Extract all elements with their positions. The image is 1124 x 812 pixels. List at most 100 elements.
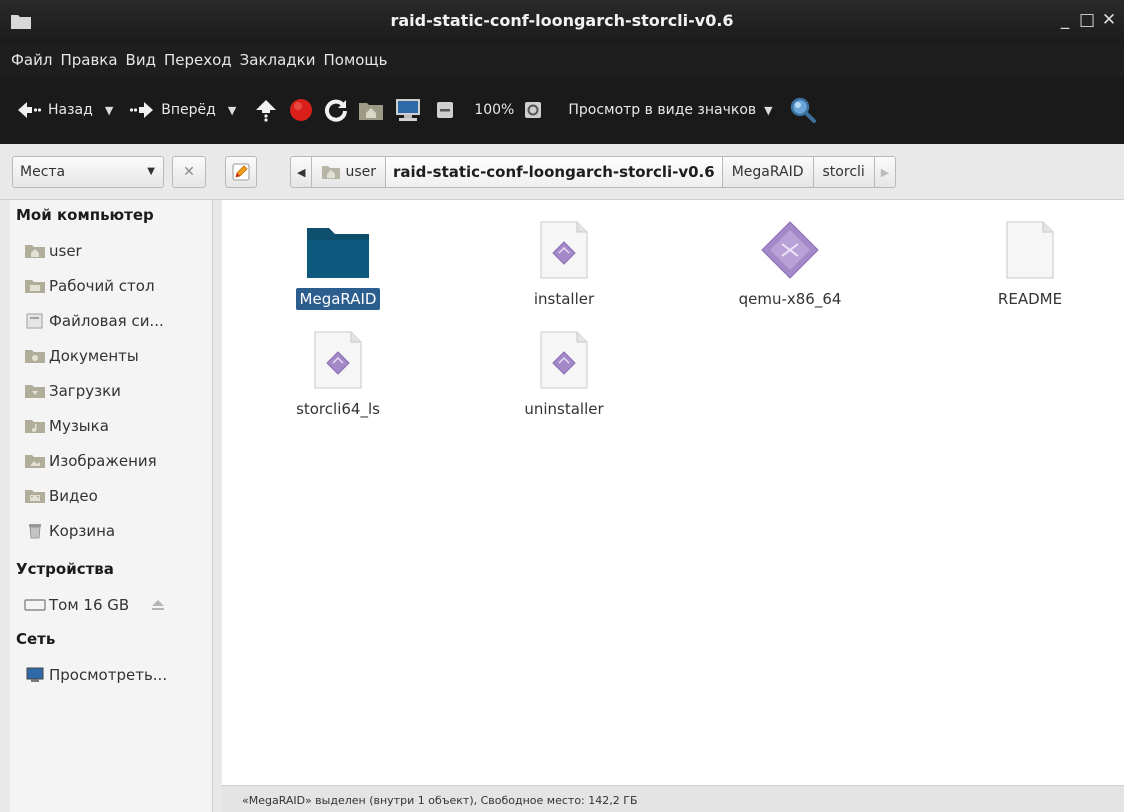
location-bar: Места ▼ ✕ ◀ user raid-static-conf-loonga…: [0, 144, 1124, 200]
minimize-button[interactable]: _: [1056, 10, 1074, 30]
computer-button[interactable]: [394, 97, 422, 123]
section-devices: Устройства: [16, 560, 114, 578]
up-button[interactable]: [254, 98, 278, 122]
breadcrumb-user[interactable]: user: [312, 156, 387, 188]
toolbar: Назад ▼ Вперёд ▼ 100% Просмотр в виде зн…: [0, 76, 1124, 144]
close-button[interactable]: ✕: [1100, 10, 1118, 30]
sidebar-item-browse-network[interactable]: Просмотреть...: [24, 666, 167, 684]
stop-button[interactable]: [288, 97, 314, 123]
edit-path-button[interactable]: [225, 156, 257, 188]
breadcrumb-scroll-left[interactable]: ◀: [290, 156, 313, 188]
chevron-down-icon: ▼: [147, 166, 155, 177]
sidebar-item-user[interactable]: user: [24, 242, 82, 260]
file-manager-window: raid-static-conf-loongarch-storcli-v0.6 …: [0, 0, 1124, 812]
file-name: MegaRAID: [295, 288, 381, 310]
search-button[interactable]: [789, 96, 817, 124]
menu-bookmarks[interactable]: Закладки: [240, 51, 316, 69]
sidebar-item-documents[interactable]: Документы: [24, 347, 139, 365]
status-bar: «MegaRAID» выделен (внутри 1 объект), Св…: [222, 785, 1124, 812]
sidebar-item-label: Документы: [49, 347, 139, 365]
menu-file[interactable]: Файл: [11, 51, 52, 69]
left-border: [0, 200, 10, 812]
home-folder-icon: [25, 245, 45, 258]
drive-icon: [24, 599, 46, 611]
sidebar-item-label: Просмотреть...: [49, 666, 168, 684]
breadcrumb-current[interactable]: raid-static-conf-loongarch-storcli-v0.6: [386, 156, 723, 188]
sidebar-item-filesystem[interactable]: Файловая си...: [24, 312, 164, 330]
trash-icon: [29, 524, 41, 539]
menu-view[interactable]: Вид: [126, 51, 156, 69]
home-folder-icon: [359, 103, 384, 120]
sidebar-item-label: Рабочий стол: [49, 277, 155, 295]
sidebar-item-label: Изображения: [49, 452, 157, 470]
home-button[interactable]: [358, 99, 384, 121]
stop-icon: [290, 99, 313, 121]
breadcrumb-storcli[interactable]: storcli: [813, 156, 875, 188]
file-item-qemu[interactable]: qemu-x86_64: [705, 214, 875, 310]
file-item-readme[interactable]: README: [945, 214, 1115, 310]
eject-icon[interactable]: [151, 599, 165, 611]
up-icon: [256, 100, 277, 122]
text-file-icon: [1006, 221, 1054, 279]
file-item-megaraid[interactable]: MegaRAID: [253, 214, 423, 310]
sidebar-item-videos[interactable]: Видео: [24, 487, 98, 505]
sidebar-item-desktop[interactable]: Рабочий стол: [24, 277, 155, 295]
folder-icon: [307, 228, 369, 278]
desktop-folder-icon: [25, 280, 45, 293]
forward-arrow-icon: [130, 102, 154, 118]
binary-file-icon: [761, 221, 819, 279]
back-arrow-icon: [18, 102, 42, 118]
forward-history-caret[interactable]: ▼: [228, 104, 236, 117]
file-item-installer[interactable]: installer: [479, 214, 649, 310]
view-mode-select[interactable]: Просмотр в виде значков ▼: [562, 102, 772, 118]
breadcrumb-scroll-right[interactable]: ▶: [874, 156, 897, 188]
file-item-uninstaller[interactable]: uninstaller: [479, 324, 649, 420]
window-controls: _ □ ✕: [1056, 10, 1118, 30]
forward-button[interactable]: Вперёд ▼: [129, 100, 236, 120]
view-mode-caret: ▼: [764, 103, 773, 117]
close-sidebar-button[interactable]: ✕: [172, 156, 206, 188]
sidebar-item-volume[interactable]: Том 16 GB: [24, 596, 165, 614]
close-icon: ✕: [183, 164, 195, 180]
videos-folder-icon: [25, 490, 45, 503]
sidebar-splitter[interactable]: [213, 200, 222, 812]
breadcrumb-storcli-label: storcli: [822, 164, 865, 180]
sidebar-item-downloads[interactable]: Загрузки: [24, 382, 121, 400]
reload-icon: [325, 99, 348, 122]
menu-go[interactable]: Переход: [164, 51, 232, 69]
back-history-caret[interactable]: ▼: [105, 104, 113, 117]
menu-bar: Файл Правка Вид Переход Закладки Помощь: [0, 44, 1124, 76]
back-button[interactable]: Назад ▼: [16, 100, 113, 120]
view-mode-label: Просмотр в виде значков: [568, 102, 757, 118]
sidebar-item-pictures[interactable]: Изображения: [24, 452, 157, 470]
title-bar: raid-static-conf-loongarch-storcli-v0.6 …: [0, 0, 1124, 44]
breadcrumb-current-label: raid-static-conf-loongarch-storcli-v0.6: [393, 163, 715, 181]
sidebar-item-label: user: [49, 242, 82, 260]
file-name: README: [997, 290, 1063, 308]
filesystem-icon: [26, 313, 43, 329]
places-sidebar: Мой компьютер user Рабочий стол Файловая…: [10, 200, 213, 812]
breadcrumb-megaraid-label: MegaRAID: [731, 164, 804, 180]
section-my-computer: Мой компьютер: [16, 206, 154, 224]
network-icon: [26, 667, 44, 682]
search-icon: [790, 97, 816, 123]
menu-edit[interactable]: Правка: [60, 51, 117, 69]
home-folder-icon: [322, 166, 341, 179]
sidebar-item-label: Файловая си...: [49, 312, 164, 330]
file-icon-view: MegaRAID installer qemu-x86_64 README st…: [222, 200, 1124, 785]
zoom-in-icon: [525, 102, 542, 118]
reload-button[interactable]: [324, 98, 348, 122]
file-item-storcli64[interactable]: storcli64_ls: [253, 324, 423, 420]
places-label: Места: [20, 164, 66, 180]
sidebar-item-trash[interactable]: Корзина: [24, 522, 115, 540]
sidebar-item-music[interactable]: Музыка: [24, 417, 109, 435]
maximize-button[interactable]: □: [1078, 10, 1096, 30]
places-dropdown[interactable]: Места ▼: [12, 156, 164, 188]
section-network: Сеть: [16, 630, 56, 648]
menu-help[interactable]: Помощь: [323, 51, 387, 69]
zoom-out-button[interactable]: [436, 101, 454, 119]
sidebar-item-label: Музыка: [49, 417, 109, 435]
breadcrumb-megaraid[interactable]: MegaRAID: [722, 156, 814, 188]
zoom-in-button[interactable]: [524, 101, 542, 119]
computer-icon: [396, 99, 421, 121]
